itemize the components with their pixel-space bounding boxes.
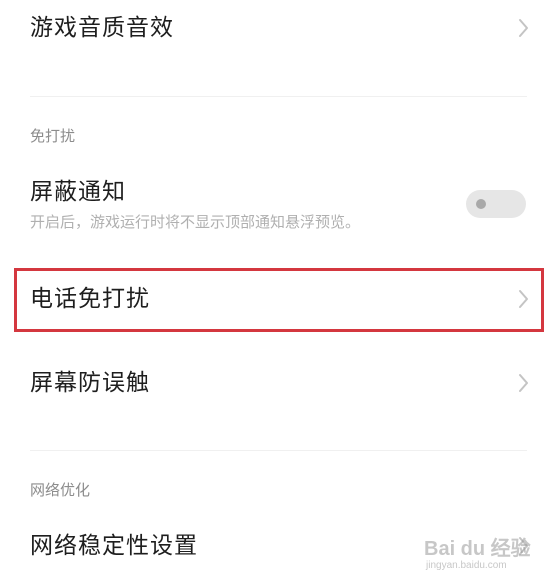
block-notifications-toggle[interactable] <box>466 190 526 218</box>
block-notifications-subtitle: 开启后，游戏运行时将不显示顶部通知悬浮预览。 <box>30 213 361 231</box>
section-label-network: 网络优化 <box>30 481 91 499</box>
watermark-text: Bai du 经验 <box>424 538 531 560</box>
divider <box>30 96 527 97</box>
chevron-right-icon <box>511 369 535 397</box>
settings-row-game-audio[interactable]: 游戏音质音效 <box>0 0 557 60</box>
settings-row-screen-mistouch[interactable]: 屏幕防误触 <box>0 355 557 415</box>
settings-row-block-notifications: 屏蔽通知 开启后，游戏运行时将不显示顶部通知悬浮预览。 <box>0 170 557 240</box>
game-audio-title: 游戏音质音效 <box>30 15 174 41</box>
divider <box>30 450 527 451</box>
chevron-right-icon <box>511 14 535 42</box>
network-stability-title: 网络稳定性设置 <box>30 533 198 559</box>
block-notifications-title: 屏蔽通知 <box>30 179 126 205</box>
baidu-watermark: Bai du 经验 jingyan.baidu.com <box>424 532 552 576</box>
screen-mistouch-title: 屏幕防误触 <box>30 370 150 396</box>
toggle-knob <box>476 199 486 209</box>
section-label-dnd: 免打扰 <box>30 127 76 145</box>
watermark-url: jingyan.baidu.com <box>426 560 507 571</box>
highlight-annotation-box <box>14 268 544 332</box>
